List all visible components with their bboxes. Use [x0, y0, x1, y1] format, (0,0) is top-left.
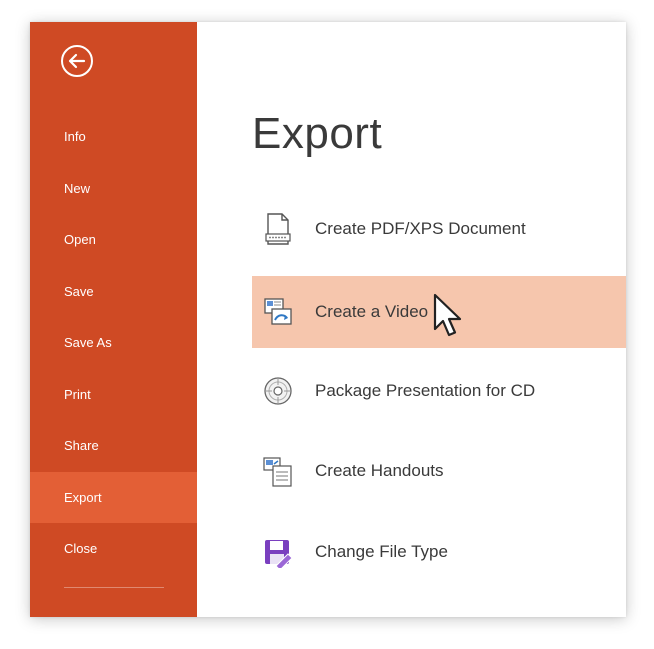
option-create-handouts[interactable]: Create Handouts: [252, 435, 626, 507]
option-package-for-cd[interactable]: Package Presentation for CD: [252, 355, 626, 427]
sidebar-divider: [64, 587, 164, 588]
option-label: Package Presentation for CD: [315, 381, 536, 400]
option-create-pdf-xps[interactable]: Create PDF/XPS Document: [252, 193, 626, 265]
option-label: Create a Video: [315, 302, 429, 321]
nav-item-new[interactable]: New: [30, 163, 197, 215]
backstage-window: Info New Open Save Save As Print Share E…: [30, 22, 626, 617]
nav-item-close[interactable]: Close: [30, 523, 197, 575]
backstage-nav: Info New Open Save Save As Print Share E…: [30, 111, 197, 575]
option-label: Create PDF/XPS Document: [315, 219, 526, 238]
back-button[interactable]: [61, 45, 93, 77]
video-slides-icon: [260, 294, 296, 330]
file-type-save-icon: [260, 534, 296, 570]
nav-item-save-as[interactable]: Save As: [30, 317, 197, 369]
nav-item-export[interactable]: Export: [30, 471, 197, 523]
option-create-video[interactable]: Create a Video: [252, 276, 626, 348]
option-label: Create Handouts: [315, 461, 444, 480]
nav-item-share[interactable]: Share: [30, 420, 197, 472]
handouts-icon: [260, 453, 296, 489]
backstage-sidebar: Info New Open Save Save As Print Share E…: [30, 22, 197, 617]
export-pane: Export Create PDF/XPS Document Create a …: [197, 22, 626, 617]
nav-item-info[interactable]: Info: [30, 111, 197, 163]
back-arrow-icon: [68, 53, 86, 69]
nav-item-print[interactable]: Print: [30, 369, 197, 421]
nav-item-open[interactable]: Open: [30, 214, 197, 266]
cd-disc-icon: [260, 373, 296, 409]
option-label: Change File Type: [315, 542, 448, 561]
nav-item-save[interactable]: Save: [30, 266, 197, 318]
page-title: Export: [252, 109, 383, 158]
pdf-document-icon: [260, 211, 296, 247]
option-change-file-type[interactable]: Change File Type: [252, 516, 626, 588]
